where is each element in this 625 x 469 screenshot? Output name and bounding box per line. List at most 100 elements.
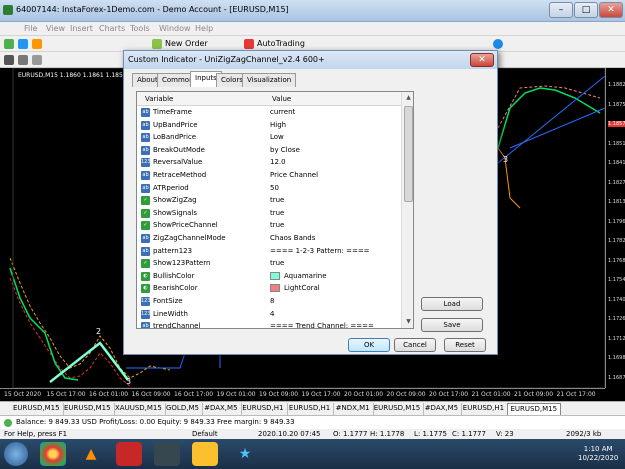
time-label: 16 Oct 01:00 — [89, 391, 129, 398]
autotrading-icon[interactable] — [244, 39, 254, 49]
table-row[interactable]: ab BreakOutMode by Close — [137, 144, 401, 157]
variable-value[interactable]: by Close — [270, 146, 300, 154]
tab-visualization[interactable]: Visualization — [242, 73, 297, 87]
variable-value[interactable]: 12.0 — [270, 158, 286, 166]
menu-view[interactable]: View — [46, 24, 65, 33]
ok-button[interactable]: OK — [348, 338, 390, 352]
table-row[interactable]: ✓ ShowSignals true — [137, 207, 401, 220]
new-order-icon[interactable] — [152, 39, 162, 49]
variable-value[interactable]: ==== Trend Channel: ==== — [270, 322, 374, 328]
chart-tab[interactable]: #NDX,M1 — [333, 403, 374, 415]
table-row[interactable]: ✓ ShowPriceChannel true — [137, 219, 401, 232]
variable-value[interactable]: true — [270, 259, 284, 267]
minimize-button[interactable]: – — [549, 2, 573, 18]
time-label: 21 Oct 09:00 — [514, 391, 554, 398]
chrome-icon[interactable] — [40, 442, 66, 466]
new-order-button[interactable]: New Order — [165, 39, 208, 48]
variable-type-icon: 123 — [141, 158, 151, 168]
chart-tab[interactable]: EURUSD,H1 — [239, 403, 288, 415]
dialog-close-button[interactable]: ✕ — [470, 53, 494, 67]
variable-value[interactable]: 4 — [270, 310, 274, 318]
variable-type-icon: ab — [141, 183, 150, 193]
color-swatch[interactable] — [270, 271, 280, 280]
color-swatch[interactable] — [270, 284, 280, 293]
autotrading-button[interactable]: AutoTrading — [257, 39, 305, 48]
chart-tab[interactable]: XAUUSD,M15 — [112, 403, 166, 415]
table-row[interactable]: 123 ReversalValue 12.0 — [137, 156, 401, 169]
table-row[interactable]: 123 FontSize 8 — [137, 295, 401, 308]
zoom-icon[interactable] — [493, 39, 503, 49]
variable-value[interactable]: LightCoral — [284, 284, 320, 292]
scroll-thumb[interactable] — [404, 106, 413, 202]
chart-tab[interactable]: #DAX,M5 — [201, 403, 242, 415]
chart-tab[interactable]: EURUSD,M15 — [371, 403, 425, 415]
vertical-line-icon[interactable] — [32, 55, 42, 65]
new-chart-icon[interactable] — [4, 39, 14, 49]
cursor-icon[interactable] — [4, 55, 14, 65]
menu-insert[interactable]: Insert — [70, 24, 93, 33]
table-row[interactable]: ✓ ShowZigZag true — [137, 194, 401, 207]
chart-tab[interactable]: EURUSD,H1 — [286, 403, 335, 415]
menu-help[interactable]: Help — [195, 24, 213, 33]
scroll-down-arrow[interactable]: ▼ — [402, 316, 413, 328]
load-button[interactable]: Load — [421, 297, 483, 311]
chart-tab[interactable]: EURUSD,M15 — [61, 403, 115, 415]
orange-line-right — [497, 147, 521, 209]
menu-window[interactable]: Window — [159, 24, 191, 33]
table-row[interactable]: ◐ BullishColor Aquamarine — [137, 270, 401, 283]
chart-tab[interactable]: GOLD,M5 — [163, 403, 203, 415]
star-icon[interactable]: ★ — [232, 442, 258, 466]
profiles-icon[interactable] — [18, 39, 28, 49]
market-watch-icon[interactable] — [32, 39, 42, 49]
table-row[interactable]: ab ATRperiod 50 — [137, 182, 401, 195]
crosshair-icon[interactable] — [18, 55, 28, 65]
close-button[interactable]: ✕ — [599, 2, 623, 18]
table-row[interactable]: ab UpBandPrice High — [137, 119, 401, 132]
table-row[interactable]: ab TimeFrame current — [137, 106, 401, 119]
table-row[interactable]: ◐ BearishColor LightCoral — [137, 282, 401, 295]
variable-value[interactable]: ==== 1-2-3 Pattern: ==== — [270, 247, 370, 255]
status-profile: Default — [192, 430, 218, 438]
start-button[interactable] — [4, 442, 28, 466]
table-scrollbar[interactable]: ▲ ▼ — [401, 92, 413, 328]
menu-tools[interactable]: Tools — [130, 24, 150, 33]
variable-value[interactable]: 8 — [270, 297, 274, 305]
maximize-button[interactable]: □ — [574, 2, 598, 18]
chart-tab[interactable]: #DAX,M5 — [422, 403, 463, 415]
variable-value[interactable]: Price Channel — [270, 171, 318, 179]
terminal-icon[interactable] — [154, 442, 180, 466]
tool-icon[interactable] — [116, 442, 142, 466]
table-row[interactable]: ab LoBandPrice Low — [137, 131, 401, 144]
variable-value[interactable]: true — [270, 209, 284, 217]
folder-icon[interactable] — [192, 442, 218, 466]
vlc-icon[interactable]: ▲ — [78, 442, 104, 466]
dialog-title: Custom Indicator - UniZigZagChannel_v2.4… — [128, 55, 325, 64]
variable-value[interactable]: Aquamarine — [284, 272, 327, 280]
variable-value[interactable]: High — [270, 121, 286, 129]
chart-tab[interactable]: EURUSD,M15 — [10, 403, 64, 415]
menu-file[interactable]: File — [24, 24, 37, 33]
table-row[interactable]: 123 LineWidth 4 — [137, 308, 401, 321]
menu-charts[interactable]: Charts — [99, 24, 125, 33]
table-row[interactable]: ab trendChannel ==== Trend Channel: ==== — [137, 320, 401, 328]
table-row[interactable]: ✓ Show123Pattern true — [137, 257, 401, 270]
variable-value[interactable]: 50 — [270, 184, 279, 192]
table-row[interactable]: ab RetraceMethod Price Channel — [137, 169, 401, 182]
taskbar-clock[interactable]: 1:10 AM 10/22/2020 — [578, 445, 618, 463]
variable-name: TimeFrame — [153, 108, 192, 116]
scroll-up-arrow[interactable]: ▲ — [402, 92, 413, 104]
reset-button[interactable]: Reset — [444, 338, 486, 352]
variable-value[interactable]: true — [270, 221, 284, 229]
zigzag-label-2: 2 — [96, 327, 101, 336]
chart-tab[interactable]: EURUSD,M15 — [506, 403, 562, 415]
table-row[interactable]: ab ZigZagChannelMode Chaos Bands — [137, 232, 401, 245]
variable-name: FontSize — [153, 297, 183, 305]
table-row[interactable]: ab pattern123 ==== 1-2-3 Pattern: ==== — [137, 245, 401, 258]
cancel-button[interactable]: Cancel — [394, 338, 436, 352]
variable-value[interactable]: Chaos Bands — [270, 234, 315, 242]
variable-value[interactable]: true — [270, 196, 284, 204]
save-button[interactable]: Save — [421, 318, 483, 332]
chart-tab[interactable]: EURUSD,H1 — [460, 403, 509, 415]
variable-value[interactable]: current — [270, 108, 295, 116]
variable-value[interactable]: Low — [270, 133, 284, 141]
